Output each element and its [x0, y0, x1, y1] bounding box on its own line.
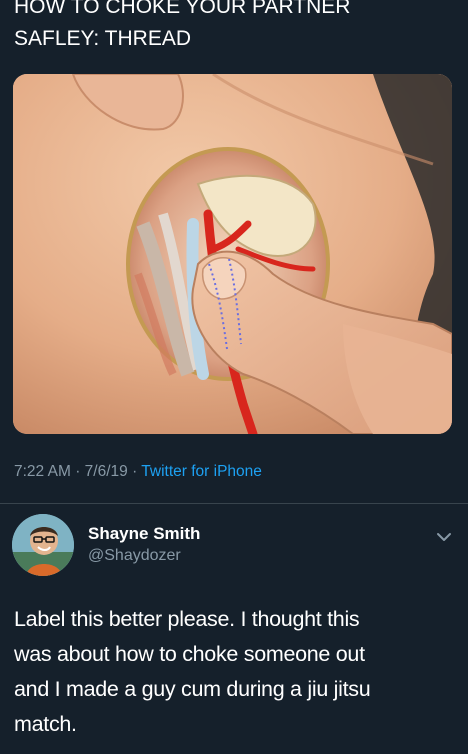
tweet-text-line: HOW TO CHOKE YOUR PARTNER	[14, 0, 351, 18]
meta-separator: ·	[75, 463, 81, 480]
reply-text-line: was about how to choke someone out	[14, 642, 365, 666]
tweet-time: 7:22 AM	[14, 463, 71, 480]
tweet-date: 7/6/19	[84, 463, 128, 480]
tweet-media-image[interactable]	[13, 74, 452, 434]
reply-author-handle[interactable]: @Shaydozer	[88, 547, 181, 565]
meta-separator: ·	[132, 463, 138, 480]
divider	[0, 503, 468, 504]
neck-anatomy-illustration	[13, 74, 452, 434]
avatar[interactable]	[12, 514, 74, 576]
avatar-photo	[12, 514, 74, 576]
reply-text-line: and I made a guy cum during a jiu jitsu	[14, 677, 371, 701]
tweet-text-line: SAFLEY: THREAD	[14, 27, 192, 50]
tweet-meta: 7:22 AM · 7/6/19 · Twitter for iPhone	[14, 463, 262, 481]
tweet-text: HOW TO CHOKE YOUR PARTNER SAFLEY: THREAD	[14, 0, 454, 55]
tweet-source-link[interactable]: Twitter for iPhone	[141, 463, 262, 480]
reply-text: Label this better please. I thought this…	[14, 602, 459, 742]
reply-text-line: Label this better please. I thought this	[14, 607, 360, 631]
reply-text-line: match.	[14, 712, 77, 736]
chevron-down-icon[interactable]	[436, 530, 452, 542]
reply-author-name[interactable]: Shayne Smith	[88, 524, 200, 544]
